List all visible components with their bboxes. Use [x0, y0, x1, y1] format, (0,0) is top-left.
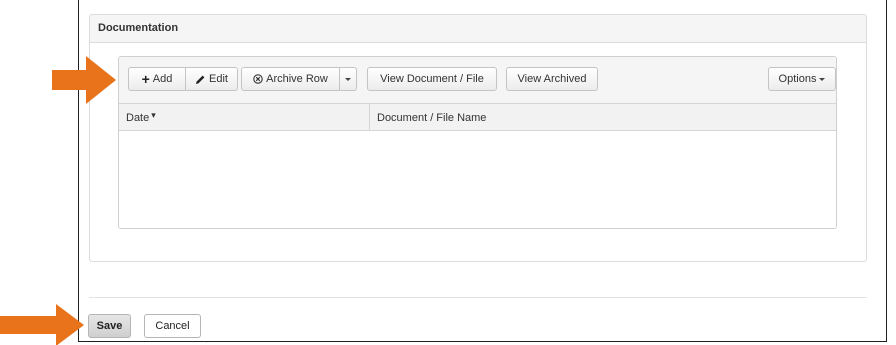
add-button-label: Add — [152, 73, 173, 85]
arrow-right-icon — [52, 56, 116, 104]
archive-dropdown-toggle[interactable] — [340, 67, 357, 91]
caret-down-icon — [819, 77, 826, 81]
grid-toolbar: + Add Edit Archive Row View Document / F… — [119, 57, 836, 104]
edit-button-label: Edit — [209, 73, 228, 85]
archive-row-button-label: Archive Row — [266, 73, 328, 85]
view-document-button-label: View Document / File — [380, 73, 484, 85]
arrow-right-icon — [0, 304, 84, 345]
save-button[interactable]: Save — [88, 314, 131, 338]
caret-down-icon — [345, 77, 351, 81]
plus-icon: + — [141, 71, 150, 87]
footer-divider — [89, 297, 867, 298]
sort-indicator-icon: ▾ — [151, 110, 156, 120]
column-header-row: Date ▾ Document / File Name — [119, 104, 836, 131]
documentation-panel-header: Documentation — [90, 15, 866, 43]
cancel-button[interactable]: Cancel — [144, 314, 201, 338]
column-header-date-label: Date — [126, 111, 150, 124]
column-header-document-name-label: Document / File Name — [377, 111, 487, 124]
circle-x-icon — [253, 74, 263, 84]
archive-row-button[interactable]: Archive Row — [241, 67, 340, 91]
documentation-grid: + Add Edit Archive Row View Document / F… — [118, 56, 837, 229]
view-document-button[interactable]: View Document / File — [367, 67, 497, 91]
column-header-document-name[interactable]: Document / File Name — [370, 104, 836, 131]
pencil-icon — [195, 74, 206, 85]
add-button[interactable]: + Add — [128, 67, 186, 91]
options-button[interactable]: Options — [768, 67, 836, 91]
view-archived-button-label: View Archived — [517, 73, 587, 85]
edit-button[interactable]: Edit — [186, 67, 238, 91]
options-button-label: Options — [778, 73, 817, 85]
panel-title: Documentation — [98, 22, 179, 34]
column-header-date[interactable]: Date ▾ — [119, 104, 369, 131]
grid-body-empty — [119, 131, 836, 228]
view-archived-button[interactable]: View Archived — [506, 67, 598, 91]
